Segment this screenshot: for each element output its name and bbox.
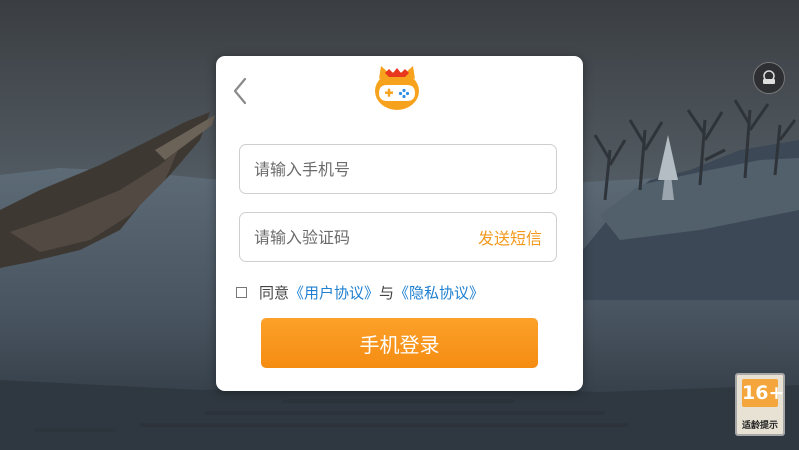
footer-notice-lines bbox=[34, 399, 628, 432]
age-rating-label: 适龄提示 bbox=[741, 421, 778, 431]
game-screen: 发送短信 同意 《用户协议》 与 《隐私协议》 手机登录 16+ 适龄提示 bbox=[0, 0, 799, 450]
age-rating-badge: 16+ 适龄提示 bbox=[735, 373, 785, 436]
age-rating-value: 16+ bbox=[742, 379, 784, 407]
